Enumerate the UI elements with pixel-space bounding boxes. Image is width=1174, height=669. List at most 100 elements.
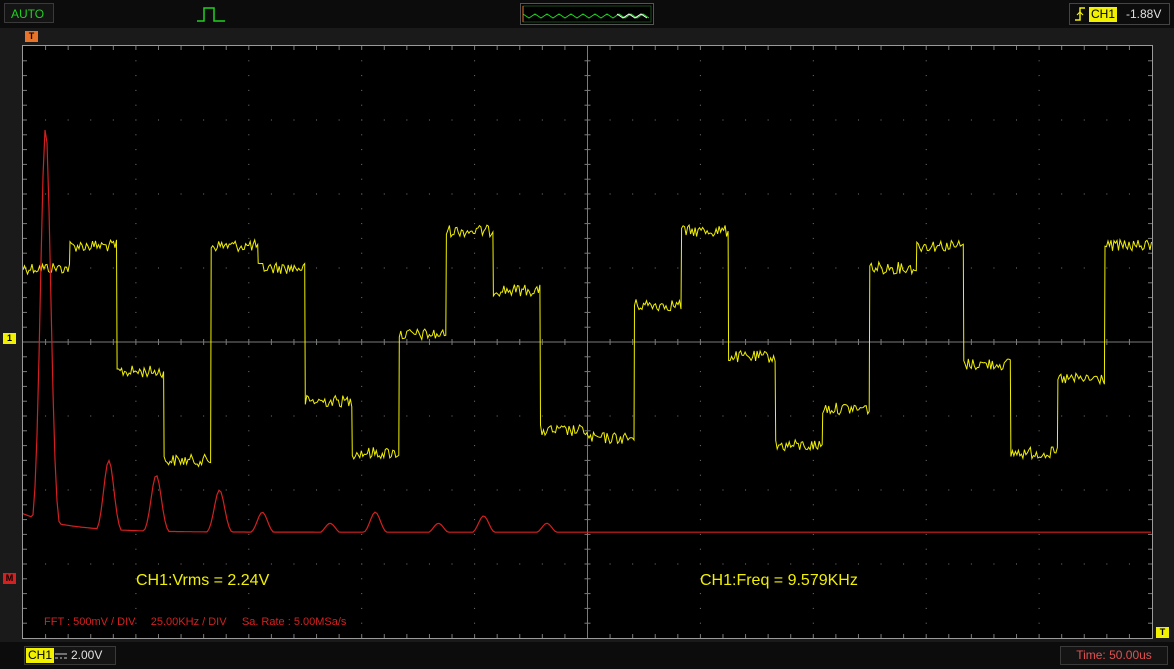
grid-dot — [361, 371, 363, 373]
grid-dot — [361, 75, 363, 77]
grid-dot — [135, 178, 137, 180]
grid-dot — [45, 489, 47, 491]
trigger-position-marker[interactable]: T — [25, 31, 38, 42]
ch1-ground-marker[interactable]: 1 — [3, 333, 16, 344]
grid-dot — [474, 89, 476, 91]
grid-dot — [1038, 178, 1040, 180]
grid-dot — [699, 371, 701, 373]
grid-dot — [474, 237, 476, 239]
fft-info-text: FFT : 500mV / DIV 25.00KHz / DIV Sa. Rat… — [44, 616, 347, 628]
grid-dot — [993, 415, 995, 417]
trigger-level-marker[interactable]: T — [1156, 627, 1169, 638]
grid-dot — [699, 237, 701, 239]
grid-dot — [180, 119, 182, 121]
grid-dot — [948, 415, 950, 417]
grid-dot — [496, 193, 498, 195]
grid-dot — [812, 149, 814, 151]
grid-dot — [699, 563, 701, 565]
grid-dot — [157, 415, 159, 417]
grid-dot — [925, 563, 927, 565]
grid-dot — [157, 489, 159, 491]
grid-dot — [180, 193, 182, 195]
grid-dot — [925, 489, 927, 491]
graticule — [23, 46, 1152, 638]
grid-dot — [270, 489, 272, 491]
grid-dot — [812, 356, 814, 358]
grid-dot — [925, 371, 927, 373]
grid-dot — [474, 385, 476, 387]
trigger-mode-badge[interactable]: AUTO — [4, 3, 54, 23]
grid-dot — [135, 519, 137, 521]
grid-dot — [1128, 415, 1130, 417]
grid-dot — [474, 445, 476, 447]
math-reference-marker[interactable]: M — [3, 573, 16, 584]
grid-dot — [157, 563, 159, 565]
grid-dot — [270, 119, 272, 121]
grid-dot — [1061, 267, 1063, 269]
grid-dot — [699, 415, 701, 417]
grid-dot — [903, 193, 905, 195]
grid-dot — [812, 252, 814, 254]
grid-dot — [880, 119, 882, 121]
grid-dot — [361, 474, 363, 476]
grid-dot — [699, 208, 701, 210]
grid-dot — [248, 89, 250, 91]
grid-dot — [857, 267, 859, 269]
grid-dot — [609, 193, 611, 195]
grid-dot — [112, 193, 114, 195]
grid-dot — [970, 193, 972, 195]
grid-dot — [361, 104, 363, 106]
grid-dot — [699, 430, 701, 432]
scope-display — [23, 46, 1152, 638]
grid-dot — [135, 563, 137, 565]
pulse-icon[interactable] — [196, 4, 226, 24]
grid-dot — [903, 563, 905, 565]
timebase-badge[interactable]: Time: 50.00us — [1060, 646, 1168, 665]
grid-dot — [925, 311, 927, 313]
grid-dot — [248, 607, 250, 609]
grid-dot — [248, 134, 250, 136]
grid-dot — [428, 415, 430, 417]
grid-dot — [496, 563, 498, 565]
scope-screen[interactable]: CH1:Vrms = 2.24V CH1:Freq = 9.579KHz FFT… — [22, 45, 1153, 639]
grid-dot — [541, 267, 543, 269]
grid-dot — [925, 89, 927, 91]
grid-dot — [1061, 563, 1063, 565]
grid-dot — [112, 415, 114, 417]
grid-dot — [248, 563, 250, 565]
grid-dot — [767, 193, 769, 195]
grid-dot — [90, 563, 92, 565]
grid-dot — [225, 193, 227, 195]
grid-dot — [361, 193, 363, 195]
grid-dot — [654, 267, 656, 269]
grid-dot — [361, 178, 363, 180]
grid-dot — [1016, 267, 1018, 269]
grid-dot — [1038, 593, 1040, 595]
bottom-status-bar: CH1 2.00V Time: 50.00us — [0, 642, 1174, 669]
grid-dot — [45, 119, 47, 121]
grid-dot — [812, 474, 814, 476]
trigger-settings[interactable]: CH1 -1.88V — [1069, 3, 1170, 25]
grid-dot — [925, 474, 927, 476]
grid-dot — [45, 415, 47, 417]
grid-dot — [970, 119, 972, 121]
grid-dot — [316, 267, 318, 269]
ch1-scale-badge[interactable]: CH1 2.00V — [24, 646, 116, 665]
grid-dot — [970, 563, 972, 565]
grid-dot — [474, 223, 476, 225]
waveform-overview[interactable] — [520, 3, 654, 25]
grid-dot — [925, 75, 927, 77]
grid-dot — [474, 297, 476, 299]
grid-dot — [135, 593, 137, 595]
grid-dot — [203, 193, 205, 195]
grid-dot — [812, 104, 814, 106]
grid-dot — [112, 267, 114, 269]
grid-dot — [338, 489, 340, 491]
grid-dot — [699, 252, 701, 254]
grid-dot — [90, 193, 92, 195]
grid-dot — [383, 267, 385, 269]
grid-dot — [722, 267, 724, 269]
grid-dot — [428, 267, 430, 269]
grid-dot — [519, 267, 521, 269]
grid-dot — [135, 311, 137, 313]
